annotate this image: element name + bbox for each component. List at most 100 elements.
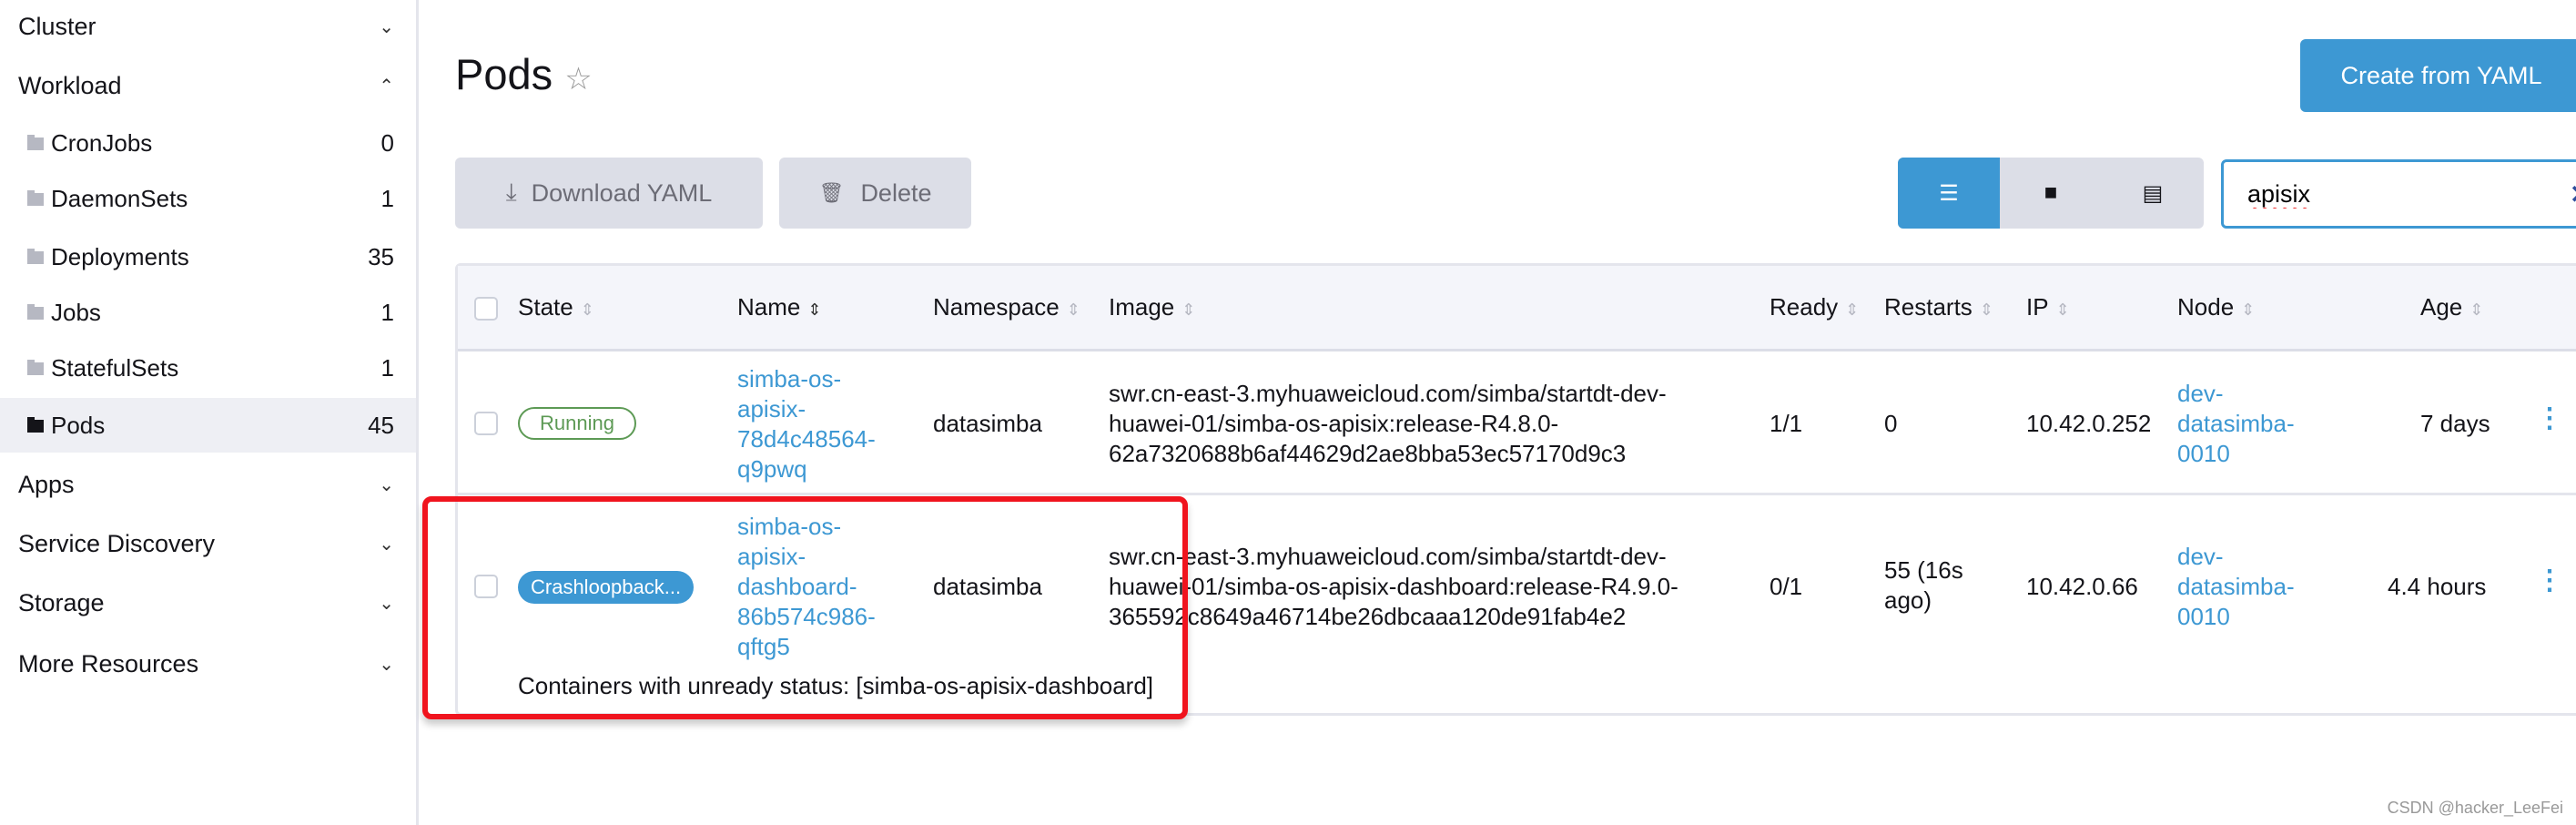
sidebar-item-cronjobs[interactable]: CronJobs 0 [0, 116, 416, 170]
chevron-up-icon: ⌃ [379, 76, 394, 97]
table-header: State ⇕ Name ⇕ Namespace ⇕ Image ⇕ Ready ⇕ Re… [458, 266, 2576, 351]
label: CronJobs [51, 128, 153, 157]
label: Workload [18, 71, 122, 99]
sidebar-item-jobs[interactable]: Jobs 1 [0, 285, 416, 340]
sidebar: Cluster ⌄ Workload ⌃ CronJobs 0 DaemonSets 1… [0, 0, 419, 825]
label: Download YAML [531, 178, 713, 207]
view-toggle: ☰ ■ ▤ [1898, 158, 2204, 229]
folder-icon [27, 135, 44, 150]
count: 45 [368, 411, 394, 439]
label: Jobs [51, 298, 101, 326]
chevron-down-icon: ⌄ [379, 654, 394, 675]
label: Cluster [18, 12, 96, 40]
status-badge: Running [518, 407, 636, 440]
ip: 10.42.0.66 [2026, 573, 2138, 600]
restarts: 55 (16s ago) [1884, 556, 1963, 614]
sort-icon: ⇕ [1979, 300, 1993, 319]
count: 1 [380, 184, 394, 212]
label: Pods [51, 411, 106, 439]
col-ip[interactable]: IP ⇕ [2026, 293, 2070, 321]
sidebar-item-pods[interactable]: Pods 45 [0, 398, 416, 453]
chevron-down-icon: ⌄ [379, 474, 394, 495]
sort-icon: ⇕ [2470, 300, 2484, 319]
chevron-down-icon: ⌄ [379, 534, 394, 555]
delete-button[interactable]: 🗑 Delete [779, 158, 971, 229]
col-restarts[interactable]: Restarts ⇕ [1884, 293, 1993, 321]
age: 4.4 hours [2388, 573, 2487, 600]
node-link[interactable]: dev-datasimba- 0010 [2177, 542, 2295, 632]
count: 1 [380, 353, 394, 382]
folder-icon [27, 249, 44, 264]
folder-icon [27, 190, 44, 206]
namespace: datasimba [933, 410, 1042, 437]
folder-icon [27, 360, 44, 375]
pod-name-link[interactable]: simba-os-apisix- 78d4c48564- q9pwq [737, 364, 876, 484]
kebab-menu-icon[interactable]: ⋮ [2536, 402, 2563, 434]
row-checkbox[interactable] [474, 412, 498, 435]
server-icon[interactable]: ▤ [2102, 158, 2204, 229]
col-name[interactable]: Name ⇕ [737, 293, 821, 321]
label: More Resources [18, 649, 199, 677]
sidebar-group-storage[interactable]: Storage ⌄ [18, 585, 394, 621]
restarts: 0 [1884, 410, 1898, 437]
sidebar-group-more-resources[interactable]: More Resources ⌄ [18, 646, 394, 682]
trash-icon: 🗑 [818, 181, 845, 204]
ready: 1/1 [1770, 410, 1803, 437]
label: DaemonSets [51, 184, 188, 212]
col-age[interactable]: Age ⇕ [2420, 293, 2483, 321]
count: 1 [380, 298, 394, 326]
download-yaml-button[interactable]: ⤓ Download YAML [455, 158, 763, 229]
sidebar-item-deployments[interactable]: Deployments 35 [0, 229, 416, 284]
select-all-checkbox[interactable] [474, 297, 498, 321]
sort-icon: ⇕ [2055, 300, 2070, 319]
divider [458, 493, 2576, 495]
col-image[interactable]: Image ⇕ [1109, 293, 1195, 321]
col-namespace[interactable]: Namespace ⇕ [933, 293, 1080, 321]
ready: 0/1 [1770, 573, 1803, 600]
chevron-down-icon: ⌄ [379, 593, 394, 614]
col-node[interactable]: Node ⇕ [2177, 293, 2255, 321]
list-icon[interactable]: ☰ [1898, 158, 2000, 229]
sort-icon: ⇕ [807, 300, 822, 319]
label: Service Discovery [18, 529, 216, 557]
sidebar-group-apps[interactable]: Apps ⌄ [18, 466, 394, 503]
folder-icon[interactable]: ■ [2000, 158, 2102, 229]
node-link[interactable]: dev-datasimba- 0010 [2177, 379, 2295, 469]
sort-icon: ⇕ [2241, 300, 2256, 319]
create-from-yaml-button[interactable]: Create from YAML [2300, 39, 2576, 112]
star-icon[interactable]: ☆ [564, 62, 592, 97]
watermark: CSDN @hacker_LeeFei [2387, 799, 2563, 817]
chevron-down-icon: ⌄ [379, 16, 394, 37]
sort-icon: ⇕ [1182, 300, 1196, 319]
sidebar-item-statefulsets[interactable]: StatefulSets 1 [0, 341, 416, 395]
clear-icon[interactable]: ✕ [2570, 179, 2576, 209]
sidebar-group-workload[interactable]: Workload ⌃ [18, 67, 394, 104]
folder-icon [27, 417, 44, 433]
highlight-box [422, 496, 1188, 719]
kebab-menu-icon[interactable]: ⋮ [2536, 565, 2563, 596]
label: Storage [18, 588, 105, 616]
label: Apps [18, 470, 75, 498]
age: 7 days [2420, 410, 2490, 437]
col-state[interactable]: State ⇕ [518, 293, 594, 321]
download-icon: ⤓ [505, 178, 517, 206]
label: StatefulSets [51, 353, 179, 382]
ip: 10.42.0.252 [2026, 410, 2152, 437]
folder-icon [27, 304, 44, 320]
count: 0 [380, 128, 394, 157]
page-title: Pods ☆ [455, 50, 593, 98]
count: 35 [368, 242, 394, 270]
search-field: ✕ [2221, 159, 2576, 229]
search-input[interactable] [2247, 179, 2570, 209]
sidebar-group-service-discovery[interactable]: Service Discovery ⌄ [18, 525, 394, 562]
image: swr.cn-east-3.myhuaweicloud.com/simba/st… [1109, 543, 1678, 630]
sort-icon: ⇕ [580, 300, 594, 319]
label: Delete [860, 178, 932, 207]
label: Deployments [51, 242, 189, 270]
image: swr.cn-east-3.myhuaweicloud.com/simba/st… [1109, 380, 1667, 467]
sidebar-item-daemonsets[interactable]: DaemonSets 1 [0, 171, 416, 226]
sort-icon: ⇕ [1845, 300, 1860, 319]
col-ready[interactable]: Ready ⇕ [1770, 293, 1859, 321]
sidebar-group-cluster[interactable]: Cluster ⌄ [18, 8, 394, 45]
sort-icon: ⇕ [1066, 300, 1080, 319]
